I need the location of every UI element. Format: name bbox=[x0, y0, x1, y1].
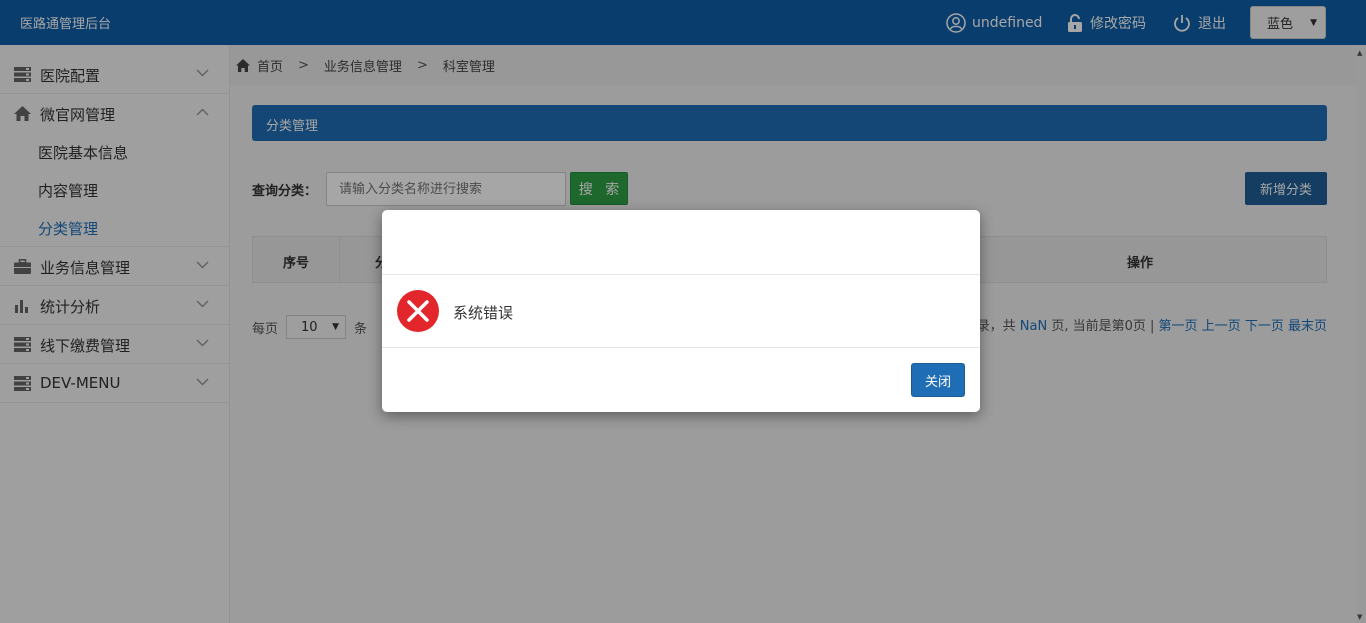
close-button[interactable]: 关闭 bbox=[911, 363, 965, 397]
dialog-body: 系统错误 bbox=[382, 275, 980, 348]
dialog-message: 系统错误 bbox=[453, 304, 514, 322]
error-icon bbox=[397, 290, 439, 332]
error-dialog: 系统错误 关闭 bbox=[382, 210, 980, 412]
dialog-header bbox=[382, 210, 980, 275]
